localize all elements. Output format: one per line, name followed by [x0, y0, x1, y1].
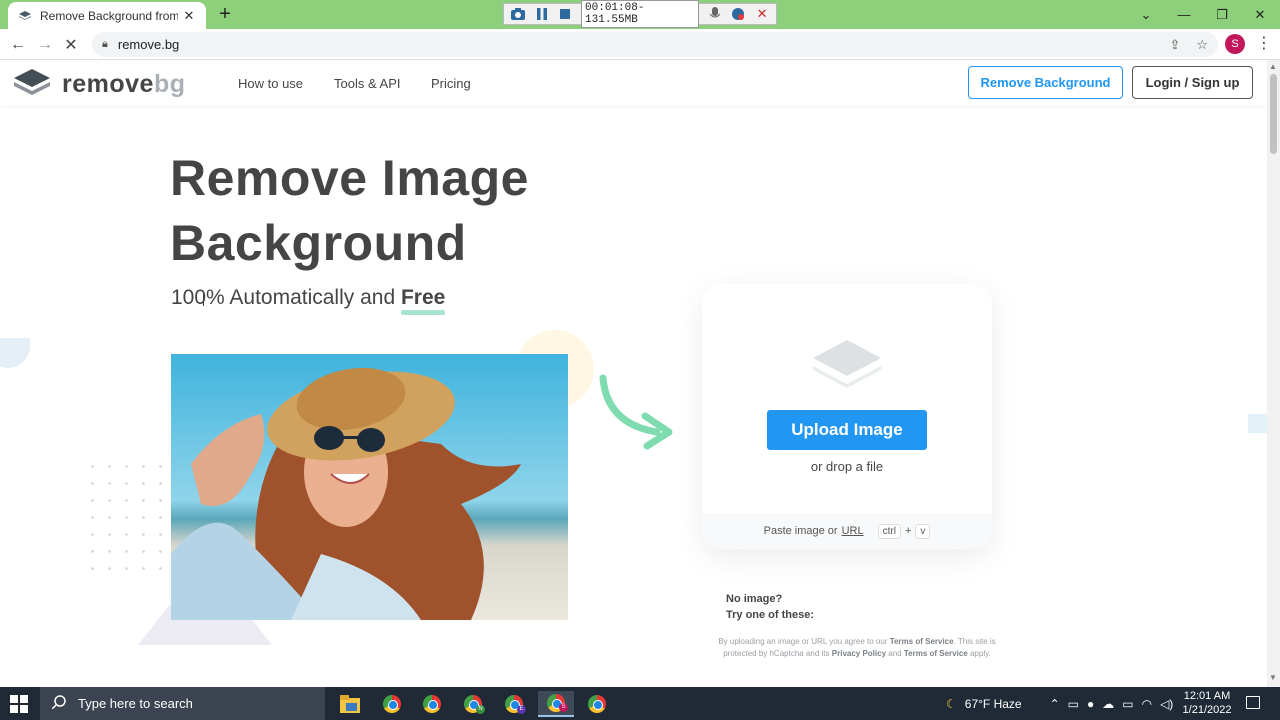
decorative-square	[1248, 414, 1267, 433]
nav-tools-api[interactable]: Tools & API	[334, 76, 400, 91]
sample-images-prompt: No image? Try one of these:	[726, 593, 815, 621]
browser-toolbar: ← → ✕ 🔒︎ remove.bg ⇪ ☆ S ⋮	[0, 29, 1280, 60]
forward-icon[interactable]: →	[34, 34, 56, 56]
remove-background-button[interactable]: Remove Background	[968, 66, 1123, 99]
browser-tab-bar: Remove Background from Image ✕ + 00:01:0…	[0, 0, 1280, 29]
logo-wordmark: removebg	[62, 70, 186, 98]
url-text: remove.bg	[117, 37, 180, 52]
file-explorer-icon[interactable]	[332, 691, 368, 717]
bookmark-star-icon[interactable]: ☆	[1196, 37, 1208, 53]
hero-example-image	[171, 354, 568, 620]
paste-url-link[interactable]: URL	[842, 525, 864, 537]
pause-icon[interactable]	[534, 6, 550, 22]
share-icon[interactable]: ⇪	[1169, 37, 1180, 53]
paste-hint: Paste image or URL ctrl + v	[702, 513, 992, 549]
address-bar[interactable]: 🔒︎ remove.bg ⇪ ☆	[92, 32, 1218, 57]
weather-text[interactable]: 67°F Haze	[965, 697, 1022, 711]
plus-sign: +	[904, 525, 912, 537]
tab-title: Remove Background from Image	[40, 8, 178, 23]
notification-icon[interactable]	[1246, 696, 1260, 709]
upload-card[interactable]: Upload Image or drop a file Paste image …	[702, 284, 992, 549]
arrow-icon	[597, 374, 673, 455]
weather-moon-icon: ☾	[946, 696, 957, 711]
chrome-profile-icon[interactable]	[414, 691, 450, 717]
chrome-n-icon[interactable]: N	[455, 691, 491, 717]
page-title: Remove Image Background	[170, 150, 529, 271]
page-scrollbar[interactable]: ▲ ▼	[1267, 60, 1280, 687]
upload-layers-icon	[813, 340, 881, 393]
login-signup-button[interactable]: Login / Sign up	[1132, 66, 1253, 99]
paste-label: Paste image or	[763, 525, 838, 537]
search-placeholder: Type here to search	[78, 696, 193, 711]
chrome-e-icon[interactable]: E	[496, 691, 532, 717]
profile-avatar[interactable]: S	[1225, 34, 1245, 54]
ctrl-key: ctrl	[877, 523, 901, 539]
stop-loading-icon[interactable]: ✕	[60, 34, 82, 56]
microphone-icon[interactable]	[707, 6, 723, 22]
lock-icon: 🔒︎	[102, 38, 108, 50]
site-logo[interactable]: removebg	[14, 69, 186, 100]
taskbar-search[interactable]: Type here to search	[40, 687, 325, 720]
new-tab-button[interactable]: +	[214, 4, 236, 26]
scrollbar-thumb[interactable]	[1270, 74, 1277, 154]
volume-icon[interactable]: ◁)	[1160, 697, 1173, 711]
site-favicon-icon	[18, 9, 32, 23]
terms-link[interactable]: Terms of Service	[890, 637, 954, 646]
terms-link-2[interactable]: Terms of Service	[904, 649, 968, 658]
chrome-icon[interactable]	[374, 691, 410, 717]
decorative-shape	[0, 338, 30, 368]
browser-tab[interactable]: Remove Background from Image ✕	[8, 2, 206, 29]
battery-icon[interactable]: ▭	[1122, 697, 1133, 711]
windows-start-icon[interactable]	[10, 695, 28, 713]
minimize-icon[interactable]: —	[1165, 0, 1203, 29]
tab-search-chevron-icon[interactable]: ⌄	[1127, 0, 1165, 29]
legal-notice: By uploading an image or URL you agree t…	[718, 637, 996, 658]
v-key: v	[915, 523, 931, 539]
stop-icon[interactable]	[557, 6, 573, 22]
chrome-s-icon[interactable]: S	[538, 691, 574, 717]
page-subtitle: 100% Automatically and Free	[171, 286, 446, 315]
browser-menu-icon[interactable]: ⋮	[1256, 33, 1272, 53]
system-tray: ☾ 67°F Haze ⌃ ▭ ● ☁ ▭ ◠ ◁)	[946, 687, 1173, 720]
drop-file-text: or drop a file	[810, 459, 884, 474]
microphone-tray-icon[interactable]: ●	[1087, 697, 1094, 711]
site-header: removebg How to use Tools & API Pricing …	[0, 60, 1267, 106]
nav-pricing[interactable]: Pricing	[431, 76, 471, 91]
cloud-icon[interactable]: ☁	[1102, 697, 1114, 711]
meet-icon[interactable]: ▭	[1068, 697, 1079, 711]
camera-icon[interactable]	[510, 6, 526, 22]
taskbar-clock[interactable]: 12:01 AM 1/21/2022	[1182, 689, 1232, 717]
scroll-up-icon[interactable]: ▲	[1269, 62, 1277, 71]
upload-image-button[interactable]: Upload Image	[767, 410, 927, 450]
web-page: removebg How to use Tools & API Pricing …	[0, 60, 1267, 687]
tray-chevron-icon[interactable]: ⌃	[1050, 697, 1060, 711]
logo-layers-icon	[14, 69, 50, 100]
taskbar: Type here to search N E S ☾ 67°F Haze ⌃ …	[0, 687, 1280, 720]
chrome-alt-icon[interactable]	[579, 691, 615, 717]
close-recorder-icon[interactable]: ✕	[754, 6, 770, 22]
tab-close-icon[interactable]: ✕	[182, 8, 196, 24]
scroll-down-icon[interactable]: ▼	[1269, 673, 1277, 682]
wifi-icon[interactable]: ◠	[1142, 697, 1152, 711]
webcam-icon[interactable]	[731, 6, 747, 22]
recording-time: 00:01:08-131.55MB	[581, 0, 699, 28]
maximize-icon[interactable]: ❐	[1203, 0, 1241, 29]
window-close-icon[interactable]: ✕	[1241, 0, 1279, 29]
back-icon[interactable]: ←	[7, 34, 29, 56]
screen-recorder-toolbar: 00:01:08-131.55MB ✕	[503, 0, 777, 28]
search-icon	[51, 695, 66, 712]
nav-how-to-use[interactable]: How to use	[238, 76, 303, 91]
privacy-link[interactable]: Privacy Policy	[832, 649, 886, 658]
